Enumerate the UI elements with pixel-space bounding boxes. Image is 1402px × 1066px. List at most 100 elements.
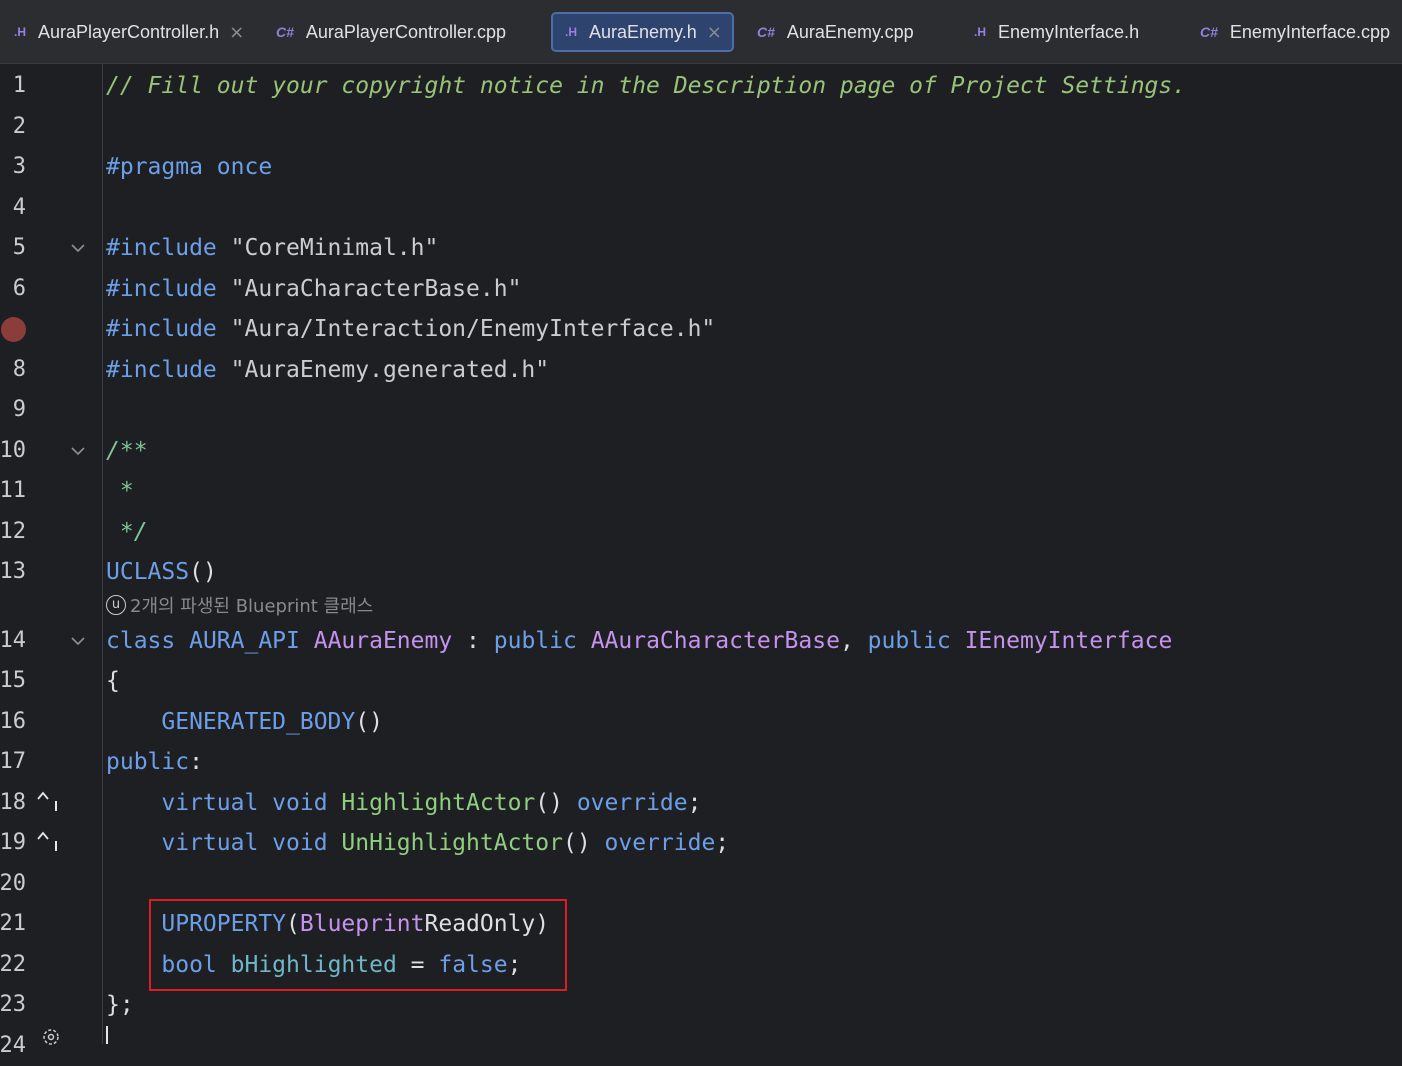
line-number[interactable]: 14: [0, 621, 26, 661]
code-line[interactable]: 7#include "Aura/Interaction/EnemyInterfa…: [0, 309, 1402, 349]
highlight-annotation-box: [149, 899, 567, 991]
blueprint-inlay-hint[interactable]: u 2개의 파생된 Blueprint 클래스: [106, 592, 373, 618]
code-text[interactable]: UCLASS(): [106, 552, 217, 592]
line-number[interactable]: 4: [0, 188, 26, 228]
code-text[interactable]: #pragma once: [106, 147, 272, 187]
line-number[interactable]: 3: [0, 147, 26, 187]
line-number[interactable]: 21: [0, 904, 26, 944]
line-number[interactable]: 13: [0, 552, 26, 592]
line-number[interactable]: 2: [0, 107, 26, 147]
chevron-down-icon[interactable]: [70, 633, 86, 649]
code-line[interactable]: 14 class AURA_API AAuraEnemy : public AAu…: [0, 621, 1402, 661]
breakpoint-icon[interactable]: [1, 317, 26, 342]
line-number[interactable]: 12: [0, 512, 26, 552]
code-text[interactable]: // Fill out your copyright notice in the…: [106, 66, 1186, 106]
blueprint-hint-text: 2개의 파생된 Blueprint 클래스: [130, 596, 374, 617]
code-token: "AuraEnemy.generated.h": [230, 356, 550, 383]
editor-tab[interactable]: C# EnemyInterface.cpp: [1186, 12, 1402, 52]
line-number[interactable]: 19: [0, 823, 26, 863]
code-text[interactable]: GENERATED_BODY(): [106, 702, 383, 742]
code-token: virtual void: [161, 789, 342, 816]
code-token: *: [106, 478, 134, 504]
code-token: (): [355, 708, 383, 735]
line-number[interactable]: 6: [0, 269, 26, 309]
line-number[interactable]: 15: [0, 661, 26, 701]
code-text[interactable]: {: [106, 661, 120, 701]
line-number[interactable]: 1: [0, 66, 26, 106]
line-number[interactable]: 23: [0, 985, 26, 1025]
editor-tab[interactable]: C# AuraEnemy.cpp: [743, 12, 933, 52]
line-number[interactable]: 11: [0, 471, 26, 511]
code-token: ,: [839, 627, 868, 654]
code-text[interactable]: *: [106, 471, 134, 511]
code-text[interactable]: */: [106, 512, 148, 552]
code-token: UnHighlightActor: [341, 830, 563, 856]
code-token: ;: [715, 830, 730, 856]
code-text[interactable]: virtual void HighlightActor() override;: [106, 783, 701, 823]
code-text[interactable]: virtual void UnHighlightActor() override…: [106, 823, 729, 863]
code-line[interactable]: 24: [0, 1026, 1402, 1066]
code-line[interactable]: 17 public:: [0, 742, 1402, 782]
editor-tab[interactable]: .H AuraEnemy.h ×: [551, 12, 734, 52]
code-line[interactable]: 16 GENERATED_BODY(): [0, 702, 1402, 742]
chevron-down-icon[interactable]: [70, 443, 86, 459]
line-number[interactable]: 5: [0, 228, 26, 268]
code-token: :: [452, 627, 494, 654]
code-line[interactable]: 15 {: [0, 661, 1402, 701]
gear-icon[interactable]: [40, 1026, 62, 1048]
code-line[interactable]: 13 UCLASS(): [0, 552, 1402, 592]
editor-tab[interactable]: C# AuraPlayerController.cpp: [262, 12, 532, 52]
code-token: :: [189, 749, 203, 775]
code-line[interactable]: 18 virtual void HighlightActor() overrid…: [0, 783, 1402, 823]
code-line[interactable]: 6 #include "AuraCharacterBase.h": [0, 269, 1402, 309]
code-token: AAuraCharacterBase: [590, 627, 840, 654]
line-number[interactable]: 16: [0, 702, 26, 742]
tab-label: EnemyInterface.h: [998, 21, 1140, 42]
header-file-icon: .H: [565, 25, 577, 39]
code-line[interactable]: 20: [0, 864, 1402, 904]
line-number[interactable]: 24: [0, 1026, 26, 1066]
code-line[interactable]: 9: [0, 390, 1402, 430]
code-token: #include: [106, 275, 231, 302]
code-text[interactable]: /**: [106, 431, 148, 471]
editor-tab[interactable]: .H AuraPlayerController.h ×: [0, 12, 250, 52]
code-token: UCLASS: [106, 559, 190, 585]
code-text[interactable]: #include "AuraEnemy.generated.h": [106, 350, 549, 390]
line-number[interactable]: 22: [0, 945, 26, 985]
code-line[interactable]: 19 virtual void UnHighlightActor() overr…: [0, 823, 1402, 863]
code-line[interactable]: 10 /**: [0, 431, 1402, 471]
line-number[interactable]: 8: [0, 350, 26, 390]
line-number[interactable]: 9: [0, 390, 26, 430]
code-token: "CoreMinimal.h": [230, 235, 439, 261]
code-text[interactable]: #include "Aura/Interaction/EnemyInterfac…: [106, 309, 715, 349]
line-number[interactable]: 18: [0, 783, 26, 823]
close-icon[interactable]: ×: [707, 22, 722, 43]
code-line[interactable]: 8 #include "AuraEnemy.generated.h": [0, 350, 1402, 390]
line-number[interactable]: 17: [0, 742, 26, 782]
line-number[interactable]: 20: [0, 864, 26, 904]
code-line[interactable]: 3 #pragma once: [0, 147, 1402, 187]
chevron-down-icon[interactable]: [70, 240, 86, 256]
code-token: AURA_API: [189, 627, 314, 654]
line-number[interactable]: 10: [0, 431, 26, 471]
code-line[interactable]: 5 #include "CoreMinimal.h": [0, 228, 1402, 268]
tab-label: AuraEnemy.cpp: [786, 21, 914, 42]
code-text[interactable]: };: [106, 985, 134, 1025]
code-token: public: [106, 749, 190, 775]
code-line[interactable]: 12 */: [0, 512, 1402, 552]
code-text[interactable]: #include "AuraCharacterBase.h": [106, 269, 521, 309]
implements-arrow-icon[interactable]: [34, 829, 62, 857]
code-line[interactable]: 11 *: [0, 471, 1402, 511]
implements-arrow-icon[interactable]: [34, 789, 62, 817]
cpp-file-icon: C#: [276, 24, 294, 40]
close-icon[interactable]: ×: [229, 22, 244, 43]
code-line[interactable]: 2: [0, 107, 1402, 147]
code-line[interactable]: 23};: [0, 985, 1402, 1025]
code-line[interactable]: 1 // Fill out your copyright notice in th…: [0, 66, 1402, 106]
editor-tab[interactable]: .H EnemyInterface.h: [960, 12, 1160, 52]
code-text[interactable]: public:: [106, 742, 203, 782]
code-line[interactable]: 4: [0, 188, 1402, 228]
code-text[interactable]: #include "CoreMinimal.h": [106, 228, 438, 268]
code-token: override: [576, 789, 688, 816]
code-text[interactable]: class AURA_API AAuraEnemy : public AAura…: [106, 621, 1172, 661]
